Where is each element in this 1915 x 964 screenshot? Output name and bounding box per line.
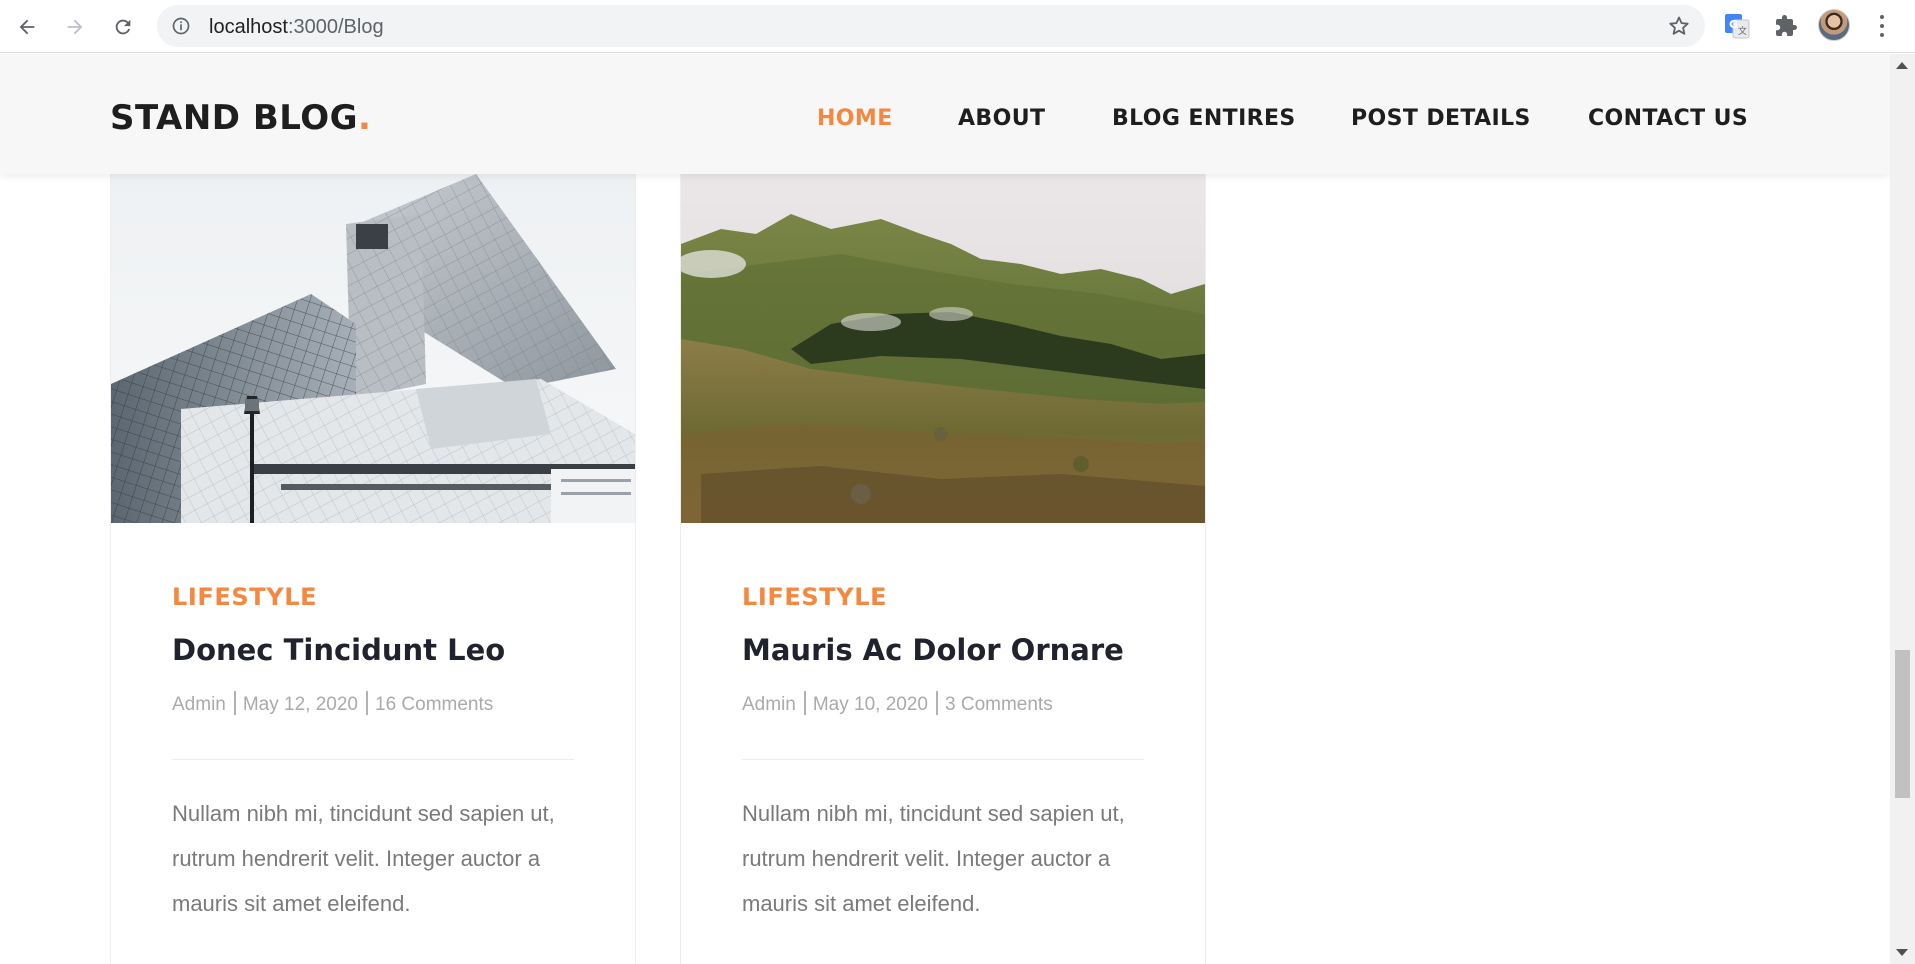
forward-arrow-icon — [67, 19, 83, 35]
svg-text:文: 文 — [1738, 25, 1747, 37]
post-excerpt: Nullam nibh mi, tincidunt sed sapien ut,… — [172, 801, 555, 916]
page-viewport: STAND BLOG. HOME ABOUT BLOG ENTIRES POST… — [0, 54, 1890, 964]
nav-contact-us[interactable]: CONTACT US — [1588, 106, 1748, 131]
scroll-down-arrow-icon[interactable] — [1896, 949, 1908, 956]
back-arrow-icon — [19, 19, 35, 35]
translate-icon: G 文 — [1725, 14, 1750, 39]
puzzle-icon — [1776, 15, 1797, 36]
nav-home[interactable]: HOME — [817, 106, 893, 131]
post-meta: Admin May 10, 2020 3 Comments — [742, 691, 1053, 716]
meta-separator — [233, 691, 236, 715]
post-comments[interactable]: 16 Comments — [375, 694, 493, 715]
post-title[interactable]: Donec Tincidunt Leo — [172, 633, 505, 667]
svg-text:G: G — [1729, 18, 1738, 31]
address-bar[interactable]: localhost:3000/Blog — [157, 5, 1705, 47]
post-comments[interactable]: 3 Comments — [945, 694, 1053, 715]
url-host: localhost — [209, 16, 288, 38]
post-date[interactable]: May 12, 2020 — [243, 694, 358, 715]
post-excerpt: Nullam nibh mi, tincidunt sed sapien ut,… — [742, 801, 1125, 916]
reload-icon — [115, 19, 131, 35]
url-path: :3000/Blog — [287, 16, 384, 38]
meta-separator — [803, 691, 806, 715]
reload-button[interactable] — [106, 10, 140, 44]
blog-post-card: LIFESTYLE Donec Tincidunt Leo Admin May 1… — [110, 174, 636, 964]
post-meta: Admin May 12, 2020 16 Comments — [172, 691, 493, 716]
meta-separator — [366, 691, 368, 715]
post-author[interactable]: Admin — [172, 694, 226, 715]
nav-about[interactable]: ABOUT — [958, 106, 1045, 131]
main-nav: HOME ABOUT BLOG ENTIRES POST DETAILS CON… — [0, 106, 1890, 136]
meta-separator — [936, 691, 938, 715]
mountain-photo — [681, 174, 1205, 523]
info-icon[interactable] — [171, 16, 191, 36]
url-text[interactable]: localhost:3000/Blog — [209, 16, 384, 39]
post-category[interactable]: LIFESTYLE — [172, 583, 317, 611]
page-scrollbar[interactable] — [1890, 54, 1915, 964]
bookmark-star-icon[interactable] — [1667, 14, 1691, 38]
scroll-up-arrow-icon[interactable] — [1896, 62, 1908, 69]
nav-post-details[interactable]: POST DETAILS — [1351, 106, 1531, 131]
post-date[interactable]: May 10, 2020 — [813, 694, 928, 715]
post-title[interactable]: Mauris Ac Dolor Ornare — [742, 633, 1124, 667]
divider — [172, 759, 574, 760]
browser-menu-icon[interactable] — [1870, 12, 1894, 40]
profile-avatar[interactable] — [1818, 9, 1850, 41]
post-category[interactable]: LIFESTYLE — [742, 583, 887, 611]
blog-post-card: LIFESTYLE Mauris Ac Dolor Ornare Admin Ma… — [680, 174, 1206, 964]
forward-button[interactable] — [58, 10, 92, 44]
scrollbar-thumb[interactable] — [1895, 650, 1910, 798]
back-button[interactable] — [10, 10, 44, 44]
browser-toolbar: localhost:3000/Blog G 文 — [0, 0, 1915, 53]
google-translate-extension[interactable]: G 文 — [1722, 11, 1752, 41]
nav-blog-entries[interactable]: BLOG ENTIRES — [1112, 106, 1296, 131]
extensions-button[interactable] — [1771, 11, 1801, 41]
divider — [742, 759, 1144, 760]
site-header: STAND BLOG. HOME ABOUT BLOG ENTIRES POST… — [0, 54, 1890, 174]
post-image[interactable] — [681, 174, 1205, 523]
post-image[interactable] — [111, 174, 635, 523]
building-photo — [111, 174, 635, 523]
post-author[interactable]: Admin — [742, 694, 796, 715]
